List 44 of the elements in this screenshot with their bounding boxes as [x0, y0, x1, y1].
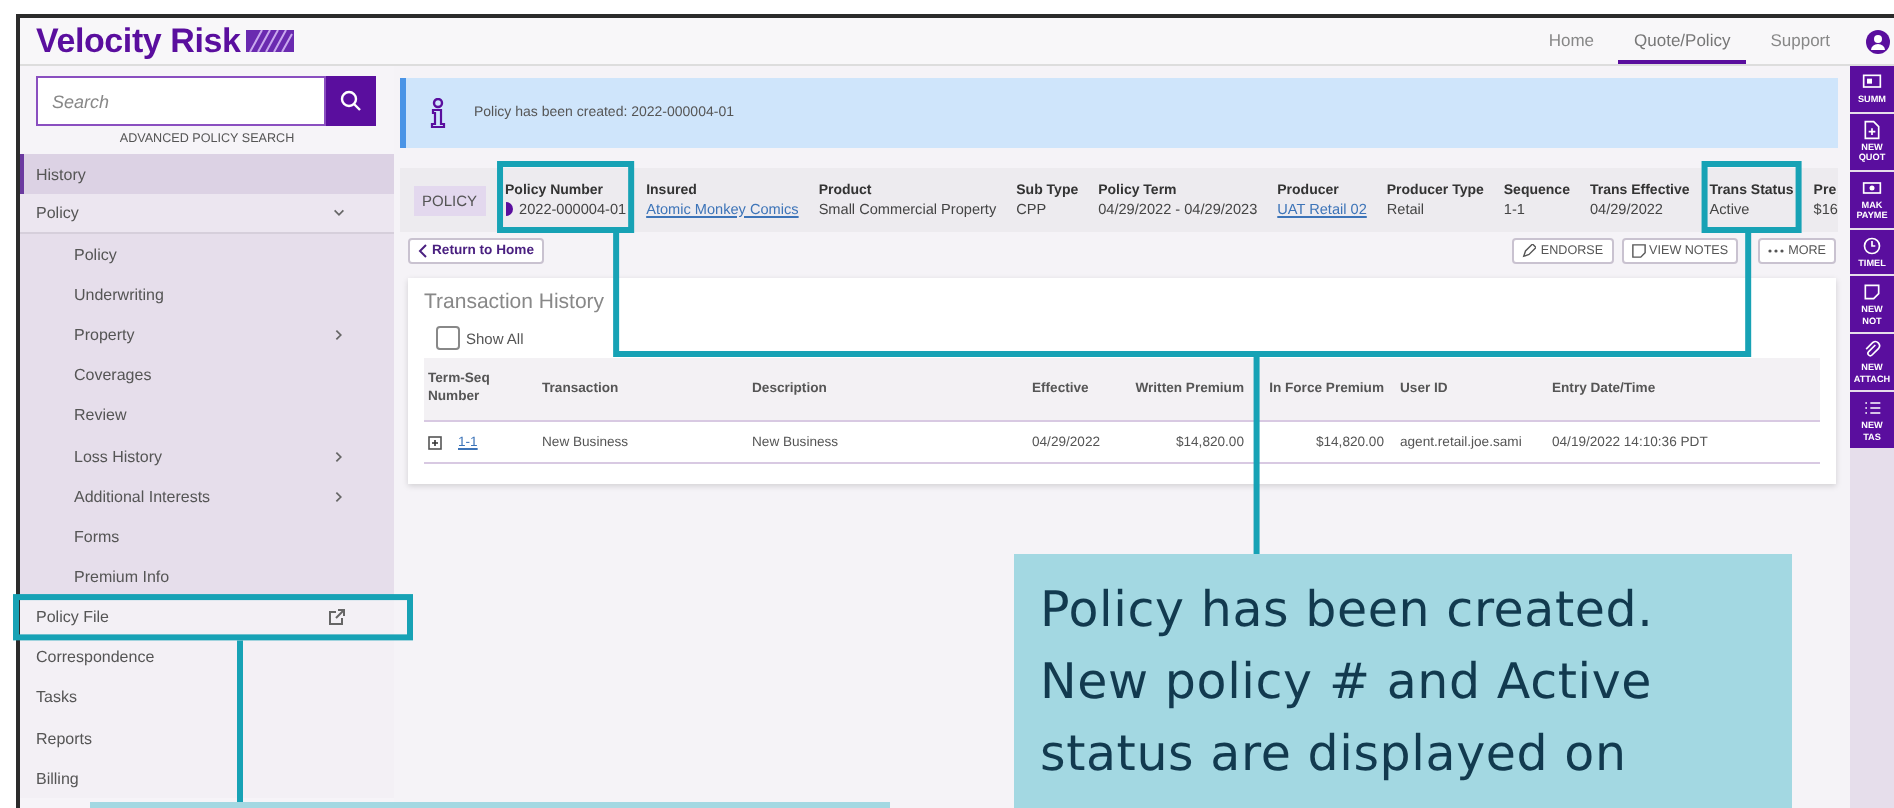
card-title: Transaction History: [424, 290, 605, 314]
info-icon: [430, 98, 446, 128]
sidebar-item[interactable]: Underwriting: [20, 274, 394, 316]
chevron-icon: [332, 489, 346, 504]
search-button[interactable]: [326, 76, 376, 126]
sidebar-item[interactable]: Policy: [20, 234, 394, 275]
note-icon: [1631, 244, 1646, 258]
chevron-left-icon: [418, 244, 428, 258]
highlight-frame: [497, 161, 635, 233]
sidebar-item[interactable]: Policy: [20, 194, 394, 235]
sidebar-item[interactable]: Additional Interests: [20, 476, 394, 517]
callout-text: Policy has been created. New policy # and Active status are displayed on: [1040, 578, 1656, 786]
more-icon: [1768, 248, 1785, 254]
highlight-frame: [1701, 161, 1802, 233]
sidebar-item[interactable]: Billing: [20, 758, 394, 799]
search-field[interactable]: Search: [36, 76, 326, 126]
list-icon: [1862, 398, 1882, 418]
sidebar-item[interactable]: Review: [20, 395, 394, 436]
search-icon: [340, 90, 362, 112]
user-avatar-icon[interactable]: [1866, 29, 1890, 53]
sidebar-item[interactable]: History: [20, 154, 394, 195]
note-icon: [1862, 282, 1882, 302]
sidebar-item[interactable]: Premium Info: [20, 556, 394, 598]
sidebar-item[interactable]: Property: [20, 315, 394, 356]
external-link-icon: [328, 608, 346, 627]
chevron-icon: [332, 328, 346, 343]
id-card-icon: [1862, 72, 1882, 92]
logo-stripes-icon: [246, 30, 295, 52]
chevron-icon: [332, 449, 346, 464]
logo-text: Velocity Risk: [36, 21, 241, 61]
sidebar-item[interactable]: Reports: [20, 717, 394, 759]
document-plus-icon: [1862, 119, 1882, 139]
clock-icon: [1862, 235, 1882, 255]
pencil-icon: [1522, 244, 1537, 258]
nav-link[interactable]: Home: [1532, 18, 1611, 64]
sidebar-item[interactable]: Tasks: [20, 677, 394, 718]
expand-icon[interactable]: [428, 435, 442, 449]
sidebar-item[interactable]: Loss History: [20, 435, 394, 477]
paperclip-icon: [1862, 340, 1882, 360]
marker-icon: [505, 201, 516, 215]
show-all-checkbox[interactable]: [436, 326, 460, 350]
banknote-icon: [1862, 177, 1882, 197]
sidebar-item[interactable]: Forms: [20, 516, 394, 557]
sidebar-item[interactable]: Coverages: [20, 355, 394, 396]
